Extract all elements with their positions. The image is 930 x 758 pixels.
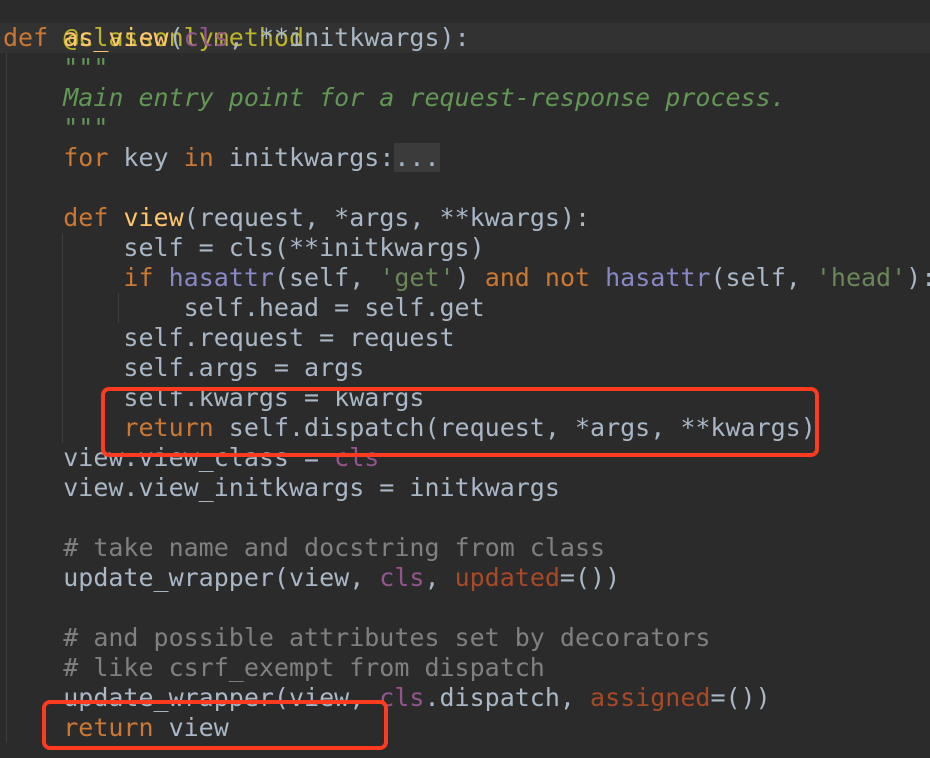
code-text: self.args = args — [123, 353, 365, 382]
code-text: .dispatch, — [424, 683, 591, 712]
string-literal: 'get' — [379, 263, 455, 292]
code-text: self.request = request — [123, 323, 455, 352]
comment: # take name and docstring from class — [63, 533, 606, 562]
keyword: in — [183, 143, 214, 172]
keyword: def — [3, 23, 49, 52]
code-text: =()) — [710, 683, 771, 712]
code-text: , **initkwargs): — [228, 23, 470, 52]
code-line[interactable]: Main entry point for a request-response … — [3, 83, 786, 113]
code-line[interactable]: if hasattr(self, 'get') and not hasattr(… — [3, 263, 930, 293]
builtin-function: hasattr — [605, 263, 711, 292]
string-literal: 'head' — [815, 263, 907, 292]
code-text: self.head = self.get — [183, 293, 485, 322]
docstring: """ — [63, 113, 109, 142]
code-line[interactable]: def as_view(cls, **initkwargs): — [3, 23, 470, 53]
keyword: for — [63, 143, 109, 172]
keyword: and — [484, 263, 530, 292]
code-line[interactable]: update_wrapper(view, cls, updated=()) — [3, 563, 620, 593]
code-line[interactable]: for key in initkwargs:... — [3, 143, 440, 173]
comment: # and possible attributes set by decorat… — [63, 623, 711, 652]
annotation-box-return-view — [42, 700, 388, 750]
keyword: if — [123, 263, 154, 292]
docstring: Main entry point for a request-response … — [63, 83, 786, 112]
code-line[interactable]: @classonlymethod — [3, 0, 304, 52]
code-line[interactable]: # take name and docstring from class — [3, 533, 605, 563]
cls-parameter: cls — [379, 563, 425, 592]
code-text: ( — [168, 23, 184, 52]
cls-parameter: cls — [183, 23, 229, 52]
code-text: ) — [454, 263, 485, 292]
function-name: view — [123, 203, 184, 232]
code-line[interactable]: # like csrf_exempt from dispatch — [3, 653, 545, 683]
code-text: ): — [906, 263, 930, 292]
code-text: self = cls(**initkwargs) — [123, 233, 485, 262]
code-line[interactable]: """ — [3, 113, 108, 143]
function-name: as_view — [63, 23, 169, 52]
code-text: , — [424, 563, 455, 592]
annotation-box-return-dispatch — [101, 387, 819, 457]
comment: # like csrf_exempt from dispatch — [63, 653, 545, 682]
code-text: (self, — [710, 263, 816, 292]
keyword: def — [63, 203, 109, 232]
code-text: key — [108, 143, 184, 172]
code-editor[interactable]: @classonlymethod def as_view(cls, **init… — [0, 0, 930, 758]
builtin-function: hasattr — [168, 263, 274, 292]
keyword: not — [544, 263, 591, 292]
code-line[interactable]: view.view_initkwargs = initkwargs — [3, 473, 560, 503]
code-text: (request, *args, **kwargs): — [183, 203, 591, 232]
code-text: =()) — [559, 563, 621, 592]
code-line[interactable]: self.args = args — [3, 353, 364, 383]
named-argument: updated — [454, 563, 560, 592]
code-line[interactable]: """ — [3, 53, 108, 83]
code-line[interactable]: self = cls(**initkwargs) — [3, 233, 485, 263]
code-text: view.view_initkwargs = initkwargs — [63, 473, 560, 502]
code-text: (self, — [273, 263, 380, 292]
code-line[interactable]: self.head = self.get — [3, 293, 485, 323]
code-line[interactable]: self.request = request — [3, 323, 455, 353]
named-argument: assigned — [590, 683, 711, 712]
code-text: initkwargs: — [213, 143, 395, 172]
code-line[interactable]: # and possible attributes set by decorat… — [3, 623, 710, 653]
code-line[interactable]: def view(request, *args, **kwargs): — [3, 203, 590, 233]
docstring: """ — [63, 53, 109, 82]
code-text: update_wrapper(view, — [63, 563, 380, 592]
fold-marker[interactable]: ... — [394, 143, 440, 172]
